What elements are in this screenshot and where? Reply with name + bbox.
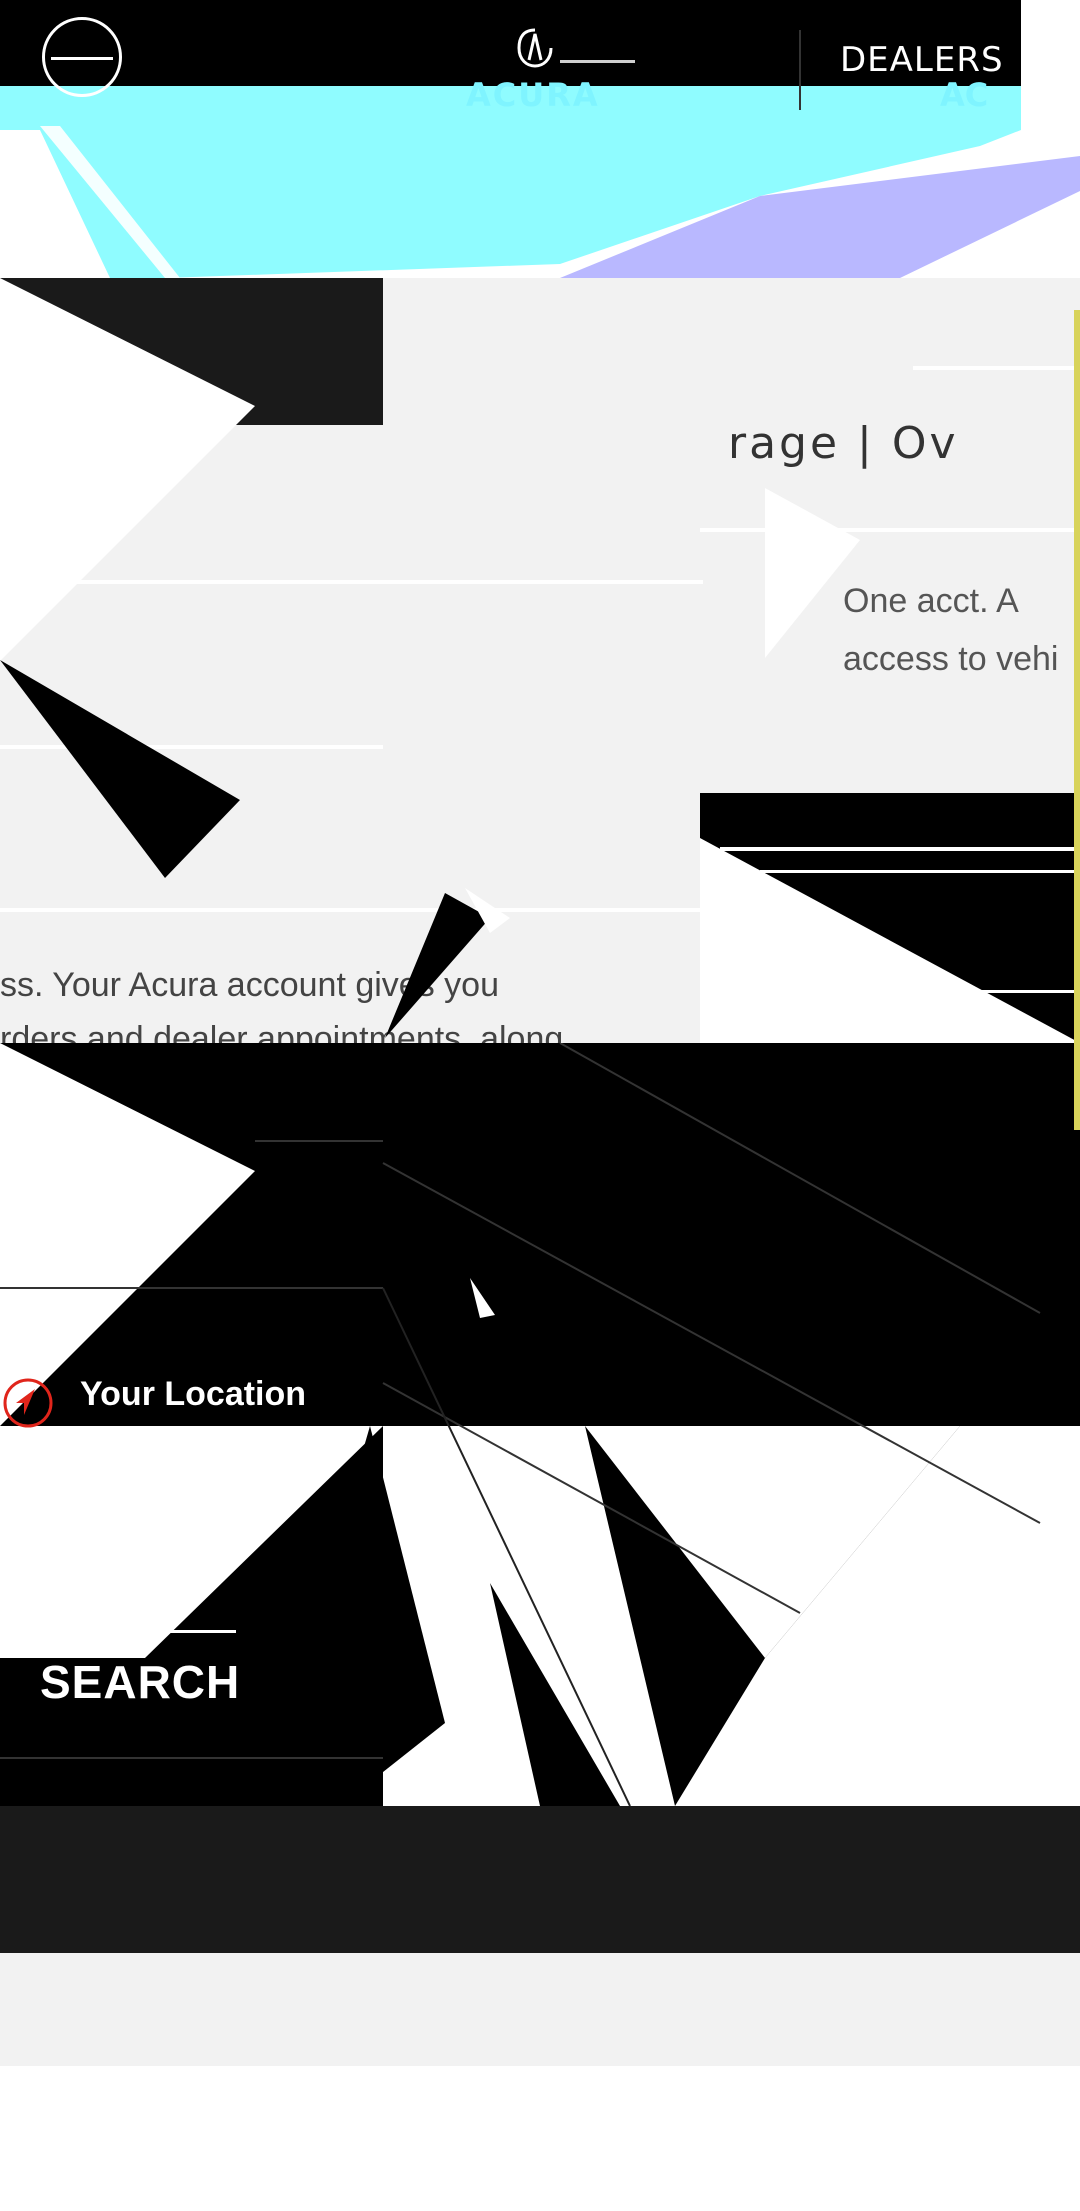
menu-button[interactable] (42, 17, 122, 97)
search-divider (0, 1757, 383, 1759)
header-divider (799, 30, 801, 110)
white-shard (765, 488, 860, 658)
search-input-underline (160, 1630, 236, 1633)
your-location-button[interactable]: Your Location (80, 1375, 306, 1414)
dealers-link[interactable]: DEALERS (840, 40, 1004, 80)
panel-geometric-overlay (0, 278, 1080, 1043)
acura-wordmark-partial: AC (940, 76, 989, 114)
white-shard (0, 278, 255, 661)
search-button[interactable]: SEARCH (40, 1655, 240, 1709)
acura-logo-icon[interactable] (515, 26, 555, 70)
white-shard (700, 838, 1080, 1043)
black-shard (0, 660, 240, 878)
white-shard (0, 1043, 255, 1426)
acura-wordmark: ACURA (466, 76, 600, 114)
location-arrow-icon[interactable] (2, 1377, 54, 1429)
hamburger-menu-icon (51, 57, 113, 60)
black-shard (385, 893, 490, 1038)
hero-color-bands (0, 86, 1080, 278)
footer-light-band (0, 1953, 1080, 2066)
garage-label: age (230, 1490, 289, 1528)
scroll-edge-highlight (1074, 310, 1080, 1130)
white-shard (470, 1278, 495, 1318)
footer-dark-band (0, 1806, 1080, 1953)
logo-underline (560, 60, 635, 63)
